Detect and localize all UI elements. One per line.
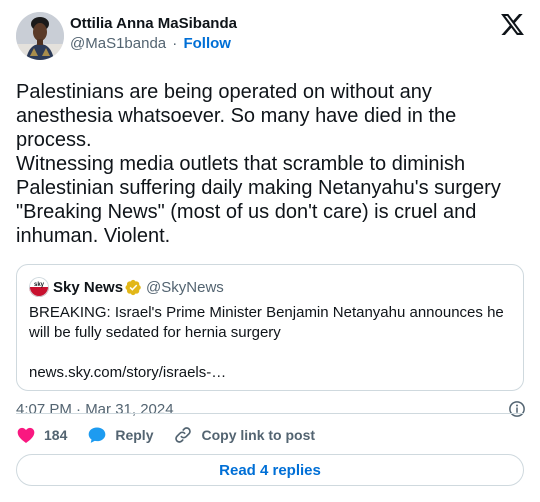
reply-bubble-icon — [89, 427, 106, 443]
info-icon[interactable] — [508, 400, 526, 418]
post-paragraph: Witnessing media outlets that scramble t… — [16, 153, 501, 247]
author-handle[interactable]: @MaS1banda — [70, 35, 166, 52]
follow-link[interactable]: Follow — [183, 35, 231, 52]
verified-badge-icon — [125, 279, 141, 295]
reply-button[interactable]: Reply — [87, 425, 153, 445]
sky-news-logo: sky — [29, 277, 49, 297]
handle-separator: · — [172, 35, 178, 52]
like-count: 184 — [44, 427, 68, 443]
quoted-tweet[interactable]: sky Sky News @SkyNews BREAKING: Israel's… — [16, 264, 524, 391]
quote-author-name: Sky News — [53, 278, 124, 296]
svg-text:sky: sky — [34, 282, 45, 288]
action-bar: 184 Reply Copy link to post — [16, 425, 335, 445]
post-text: Palestinians are being operated on witho… — [16, 80, 516, 248]
like-button[interactable]: 184 — [16, 425, 67, 445]
reply-label: Reply — [115, 427, 154, 443]
post-paragraph: Palestinians are being operated on witho… — [16, 81, 457, 151]
tweet-header: Ottilia Anna MaSibanda @MaS1banda · Foll… — [16, 12, 524, 64]
quote-link[interactable]: news.sky.com/story/israels-… — [29, 363, 511, 383]
copy-link-label: Copy link to post — [201, 427, 316, 443]
avatar[interactable] — [16, 12, 64, 60]
author-name[interactable]: Ottilia Anna MaSibanda — [70, 14, 237, 34]
divider — [16, 413, 524, 414]
timestamp[interactable]: 4:07 PM · Mar 31, 2024 — [16, 401, 174, 418]
author-block: Ottilia Anna MaSibanda @MaS1banda · Foll… — [70, 12, 237, 54]
tweet-meta: 4:07 PM · Mar 31, 2024 — [16, 399, 526, 419]
quote-text: BREAKING: Israel's Prime Minister Benjam… — [29, 304, 504, 341]
quote-author-handle: @SkyNews — [146, 278, 224, 296]
tweet-card: Ottilia Anna MaSibanda @MaS1banda · Foll… — [0, 0, 540, 502]
quote-header: sky Sky News @SkyNews — [29, 277, 511, 297]
heart-icon — [17, 427, 35, 443]
link-icon — [175, 427, 192, 443]
handle-row: @MaS1banda · Follow — [70, 34, 237, 54]
x-logo-icon[interactable] — [501, 14, 524, 35]
copy-link-button[interactable]: Copy link to post — [173, 425, 315, 445]
read-replies-button[interactable]: Read 4 replies — [16, 454, 524, 486]
